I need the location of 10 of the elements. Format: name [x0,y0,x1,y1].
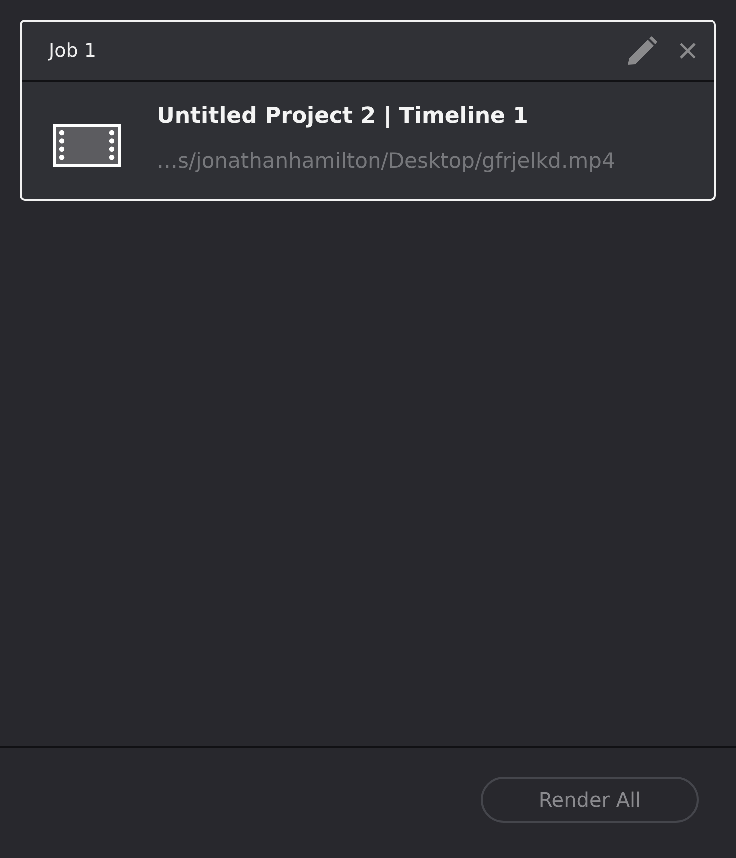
job-card[interactable]: Job 1 Untitled Project 2 | Timeline 1 …s/jonathanhamilton/Desktop/gfrjelkd.mp4 [20,20,716,201]
edit-button[interactable] [626,35,658,67]
file-path: …s/jonathanhamilton/Desktop/gfrjelkd.mp4 [157,149,616,173]
film-icon [53,124,121,167]
close-icon [680,43,696,59]
pencil-icon [626,36,658,66]
close-button[interactable] [678,41,698,61]
render-all-button[interactable]: Render All [481,777,699,823]
timeline-name: Untitled Project 2 | Timeline 1 [157,104,530,129]
job-title: Job 1 [49,40,98,62]
